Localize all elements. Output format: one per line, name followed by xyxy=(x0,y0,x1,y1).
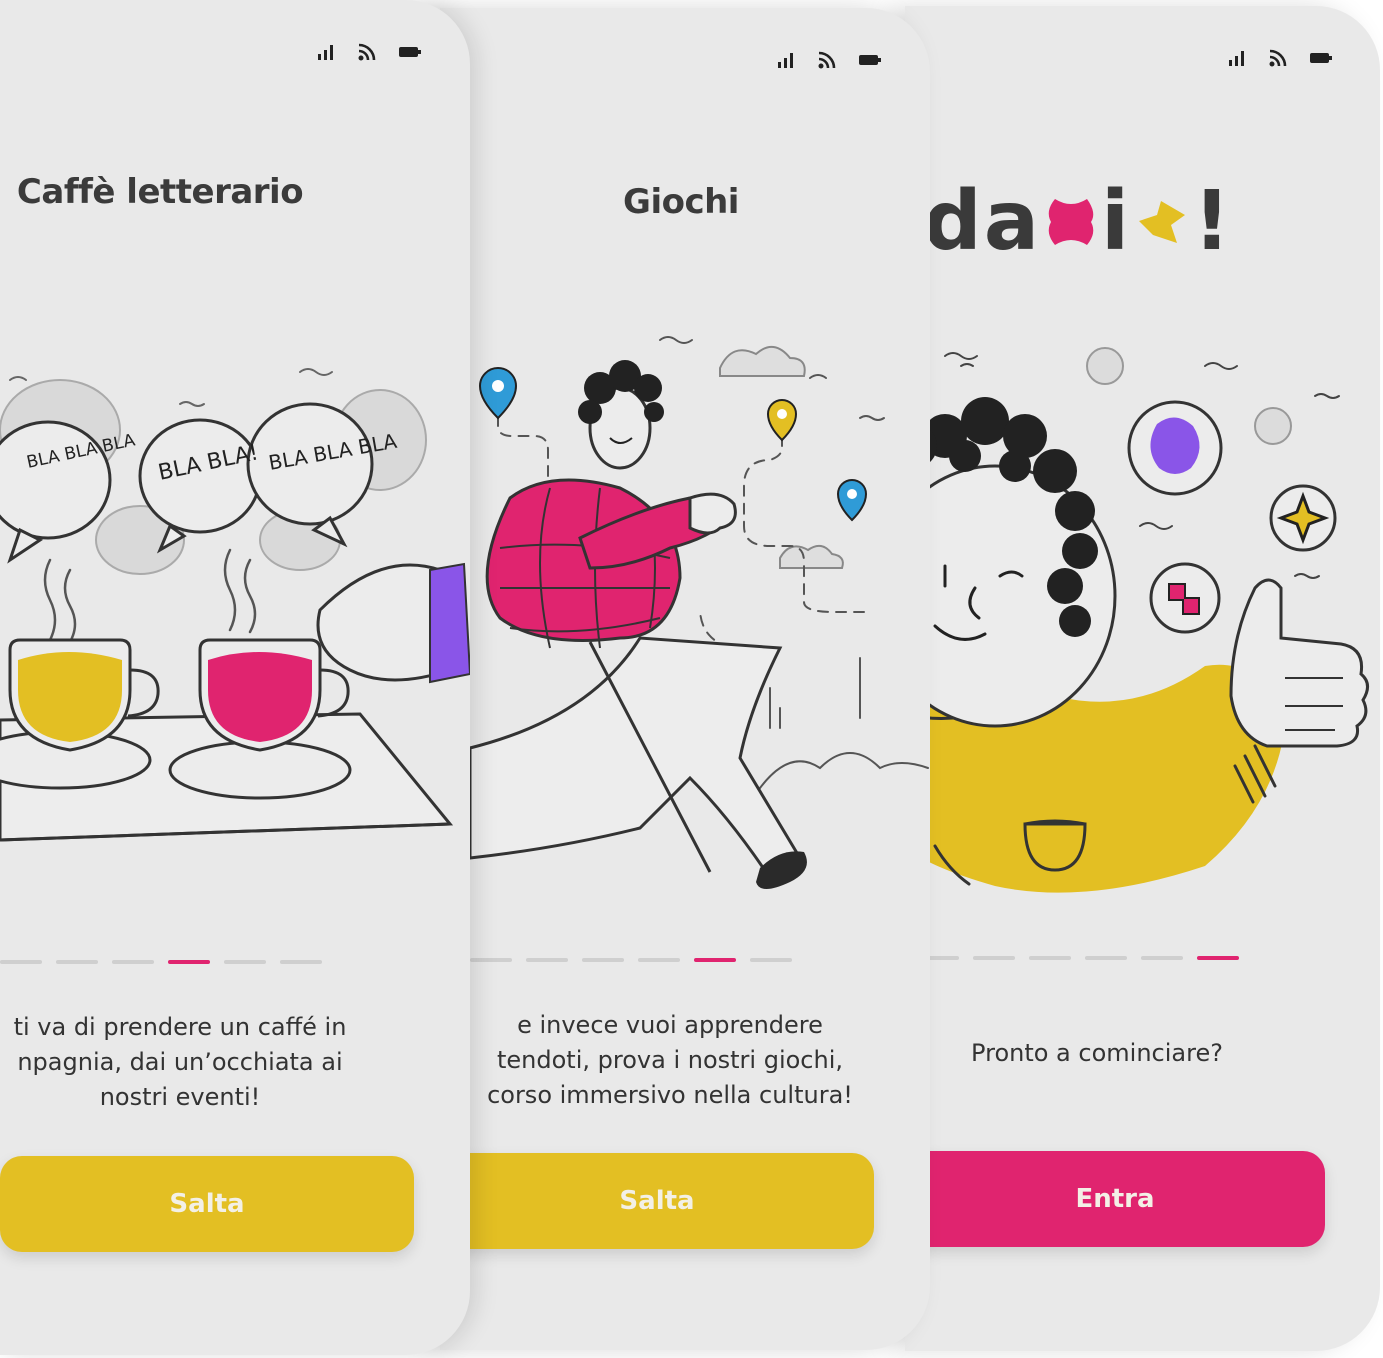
onboarding-screen-start: da i ! Pronto a cominciare? Entra xyxy=(905,6,1380,1351)
skip-button[interactable]: Salta xyxy=(0,1156,414,1252)
step-dot[interactable] xyxy=(470,958,512,962)
onboarding-screen-literary-cafe: Caffè letterario BLA BLA BLA BLA BLA! BL… xyxy=(0,0,470,1355)
logo-yellow-shape xyxy=(1139,200,1186,243)
step-dot[interactable] xyxy=(1029,956,1071,960)
onboarding-description: Pronto a cominciare? xyxy=(971,1039,1223,1067)
status-bar xyxy=(1227,48,1333,68)
illustration-coffee-chat: BLA BLA BLA BLA BLA! BLA BLA BLA xyxy=(0,368,470,842)
onboarding-description: ti va di prendere un caffé in npagnia, d… xyxy=(13,1013,347,1111)
step-indicator xyxy=(0,960,322,964)
signal-icon xyxy=(1229,51,1244,66)
purple-badge-shape xyxy=(1150,417,1200,474)
battery-icon xyxy=(1310,53,1332,63)
step-dot[interactable] xyxy=(1085,956,1127,960)
signal-icon xyxy=(318,45,333,60)
step-dot[interactable] xyxy=(582,958,624,962)
status-bar xyxy=(316,42,422,62)
step-dot[interactable] xyxy=(973,956,1015,960)
step-indicator xyxy=(917,956,1239,960)
step-dot[interactable] xyxy=(280,960,322,964)
signal-icon xyxy=(778,53,793,68)
screen-title: Giochi xyxy=(623,182,739,222)
step-dot-active[interactable] xyxy=(1197,956,1239,960)
status-bar xyxy=(776,50,882,70)
step-dot[interactable] xyxy=(56,960,98,964)
battery-icon xyxy=(399,47,421,57)
wifi-icon xyxy=(358,43,376,61)
step-indicator xyxy=(470,958,792,962)
onboarding-description: e invece vuoi apprendere tendoti, prova … xyxy=(487,1011,853,1109)
step-dot[interactable] xyxy=(112,960,154,964)
step-dot-active[interactable] xyxy=(168,960,210,964)
step-dot[interactable] xyxy=(224,960,266,964)
illustration-sitting-person xyxy=(468,336,929,889)
app-logo: da i ! xyxy=(923,174,1233,269)
step-dot[interactable] xyxy=(526,958,568,962)
battery-icon xyxy=(859,55,881,65)
wifi-icon xyxy=(818,51,836,69)
illustration-thumbs-up xyxy=(905,347,1369,893)
step-dot[interactable] xyxy=(0,960,42,964)
screen-title: Caffè letterario xyxy=(16,172,304,212)
skip-button[interactable]: Salta xyxy=(440,1153,874,1249)
enter-button[interactable]: Entra xyxy=(905,1151,1325,1247)
step-dot[interactable] xyxy=(1141,956,1183,960)
wifi-icon xyxy=(1269,49,1287,67)
step-dot[interactable] xyxy=(750,958,792,962)
step-dot-active[interactable] xyxy=(694,958,736,962)
step-dot[interactable] xyxy=(638,958,680,962)
logo-pink-flower xyxy=(1048,198,1094,245)
onboarding-screen-games: Giochi e invece vuoi apprendere tendoti,… xyxy=(440,8,930,1350)
